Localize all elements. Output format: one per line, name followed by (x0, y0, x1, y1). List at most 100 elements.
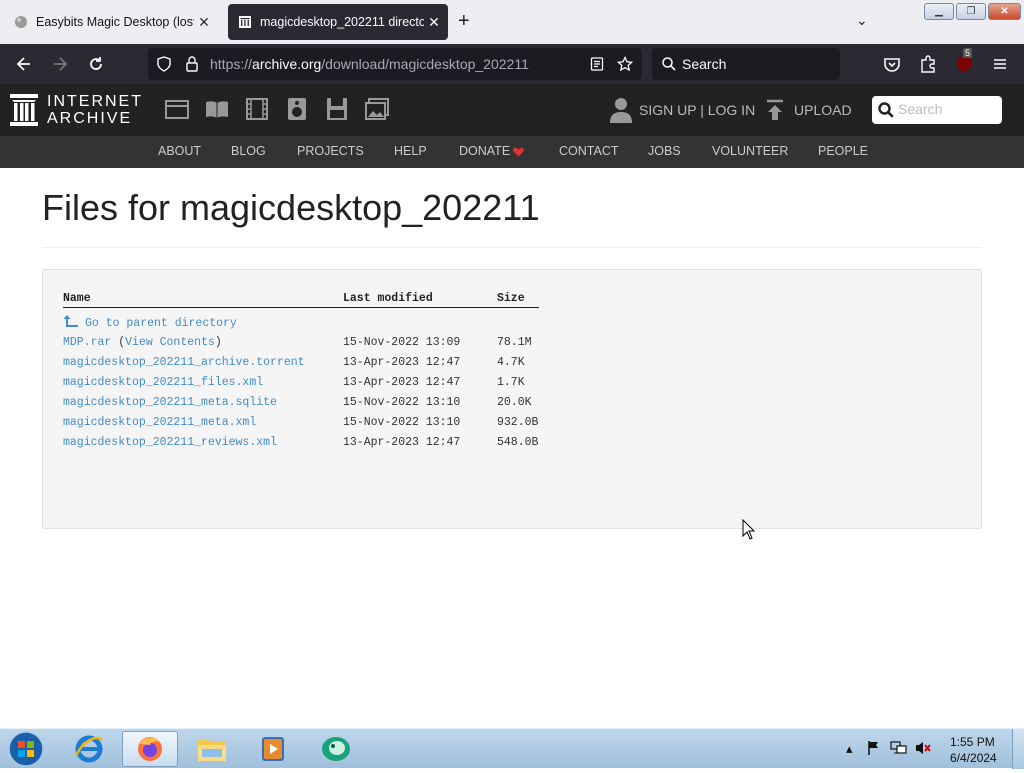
heart-icon (513, 147, 524, 157)
upload-link[interactable]: UPLOAD (794, 102, 852, 118)
file-name-cell: magicdesktop_202211_meta.sqlite (63, 396, 277, 409)
size-cell: 1.7K (497, 376, 525, 389)
images-icon[interactable] (365, 98, 389, 120)
search-bar-label: Search (682, 56, 727, 72)
modified-cell: 15-Nov-2022 13:10 (343, 416, 461, 429)
nav-help[interactable]: HELP (394, 144, 427, 158)
file-link[interactable]: magicdesktop_202211_meta.xml (63, 416, 256, 429)
nav-volunteer[interactable]: VOLUNTEER (712, 144, 788, 158)
nav-contact[interactable]: CONTACT (559, 144, 619, 158)
modified-cell: 13-Apr-2023 12:47 (343, 436, 461, 449)
nav-jobs[interactable]: JOBS (648, 144, 681, 158)
texts-icon[interactable] (205, 98, 229, 120)
url-text[interactable]: https://archive.org/download/magicdeskto… (210, 56, 529, 72)
file-link[interactable]: magicdesktop_202211_meta.sqlite (63, 396, 277, 409)
header-divider (63, 307, 539, 308)
firefox-icon (138, 737, 162, 761)
horizontal-scrollbar[interactable]: ❮ ❯ (43, 512, 981, 768)
network-icon[interactable] (890, 740, 908, 756)
nav-projects[interactable]: PROJECTS (297, 144, 364, 158)
extensions-icon[interactable] (918, 54, 938, 74)
tab-directory[interactable]: magicdesktop_202211 directory ✕ (228, 4, 448, 40)
tab-title: magicdesktop_202211 directory (260, 15, 424, 29)
ia-top-nav: INTERNET ARCHIVE SIGN UP | LOG IN UPLOAD (0, 84, 1024, 136)
show-hidden-icons-icon[interactable]: ▴ (846, 741, 853, 757)
view-contents-link[interactable]: View Contents (125, 336, 215, 349)
address-bar[interactable]: https://archive.org/download/magicdeskto… (148, 48, 642, 80)
window-close-button[interactable]: ✕ (988, 3, 1021, 20)
file-link[interactable]: MDP.rar (63, 336, 111, 349)
search-icon[interactable] (878, 102, 894, 118)
table-row: magicdesktop_202211_files.xml 13-Apr-202… (43, 376, 543, 394)
start-button[interactable] (6, 730, 46, 768)
ublock-extension-button[interactable]: 5 (954, 48, 974, 74)
reload-icon[interactable] (86, 54, 106, 74)
action-center-flag-icon[interactable] (866, 740, 882, 756)
taskbar-firefox[interactable] (122, 731, 178, 767)
file-link[interactable]: magicdesktop_202211_archive.torrent (63, 356, 305, 369)
table-row: magicdesktop_202211_archive.torrent 13-A… (43, 356, 543, 374)
audio-icon[interactable] (285, 98, 309, 120)
close-tab-icon[interactable]: ✕ (424, 14, 444, 31)
column-size: Size (497, 292, 525, 305)
windows-taskbar: ▴ 1:55 PM 6/4/2024 (0, 728, 1024, 769)
nav-blog[interactable]: BLOG (231, 144, 266, 158)
logo-line-1: INTERNET (47, 93, 143, 110)
size-cell: 932.0B (497, 416, 539, 429)
nav-about[interactable]: ABOUT (158, 144, 201, 158)
bookmark-star-icon[interactable] (617, 56, 633, 72)
parent-directory-row[interactable]: Go to parent directory (63, 315, 237, 330)
file-name-cell: magicdesktop_202211_reviews.xml (63, 436, 277, 449)
window-minimize-button[interactable]: ▁ (924, 3, 954, 20)
clock-date[interactable]: 6/4/2024 (950, 751, 997, 765)
window-restore-button[interactable]: ❐ (956, 3, 986, 20)
signup-login-link[interactable]: SIGN UP | LOG IN (639, 102, 755, 118)
file-link[interactable]: magicdesktop_202211_reviews.xml (63, 436, 277, 449)
software-icon[interactable] (325, 98, 349, 120)
taskbar-media-player[interactable] (246, 731, 302, 767)
browser-toolbar: https://archive.org/download/magicdeskto… (0, 44, 1024, 84)
start-orb-icon (8, 731, 44, 767)
hamburger-menu-icon[interactable] (990, 54, 1010, 74)
url-path: /download/magicdesktop_202211 (321, 56, 529, 72)
ia-search-input[interactable] (898, 101, 994, 117)
file-explorer-icon (198, 739, 226, 761)
file-link[interactable]: magicdesktop_202211_files.xml (63, 376, 263, 389)
url-domain: archive.org (252, 56, 322, 72)
shield-icon[interactable] (156, 56, 172, 72)
reader-view-icon[interactable] (590, 57, 604, 71)
ia-secondary-nav: ABOUT BLOG PROJECTS HELP DONATE CONTACT … (0, 136, 1024, 168)
nav-donate[interactable]: DONATE (459, 144, 510, 158)
new-tab-icon[interactable]: + (458, 10, 470, 33)
internet-explorer-icon (74, 735, 103, 763)
ia-logo-text[interactable]: INTERNET ARCHIVE (47, 93, 143, 127)
volume-muted-icon[interactable] (914, 740, 932, 756)
file-name-cell: magicdesktop_202211_files.xml (63, 376, 263, 389)
parent-directory-link[interactable]: Go to parent directory (85, 317, 237, 330)
file-name-cell: magicdesktop_202211_meta.xml (63, 416, 256, 429)
close-tab-icon[interactable]: ✕ (194, 14, 214, 31)
nav-people[interactable]: PEOPLE (818, 144, 868, 158)
back-arrow-icon[interactable] (14, 54, 34, 74)
chevron-down-icon[interactable]: ⌄ (856, 12, 868, 29)
web-icon[interactable] (165, 98, 189, 120)
table-row: magicdesktop_202211_reviews.xml 13-Apr-2… (43, 436, 543, 454)
video-icon[interactable] (245, 98, 269, 120)
tab-title: Easybits Magic Desktop (lost ve (36, 15, 194, 29)
forward-arrow-icon[interactable] (50, 54, 70, 74)
show-desktop-button[interactable] (1012, 729, 1024, 769)
browser-search-bar[interactable]: Search (652, 48, 840, 80)
clock-time[interactable]: 1:55 PM (950, 735, 995, 749)
upload-arrow-icon[interactable] (765, 99, 785, 121)
ia-search-box[interactable] (872, 96, 1002, 124)
taskbar-ie[interactable] (62, 731, 118, 767)
tab-easybits[interactable]: Easybits Magic Desktop (lost ve ✕ (4, 4, 218, 40)
taskbar-magic-desktop[interactable] (308, 731, 364, 767)
url-protocol: https:// (210, 56, 253, 72)
pocket-icon[interactable] (882, 54, 902, 74)
ia-logo[interactable] (10, 94, 38, 126)
user-icon[interactable] (610, 97, 632, 123)
lock-icon[interactable] (184, 55, 200, 73)
paren-close: ) (214, 336, 222, 349)
taskbar-explorer[interactable] (184, 731, 240, 767)
